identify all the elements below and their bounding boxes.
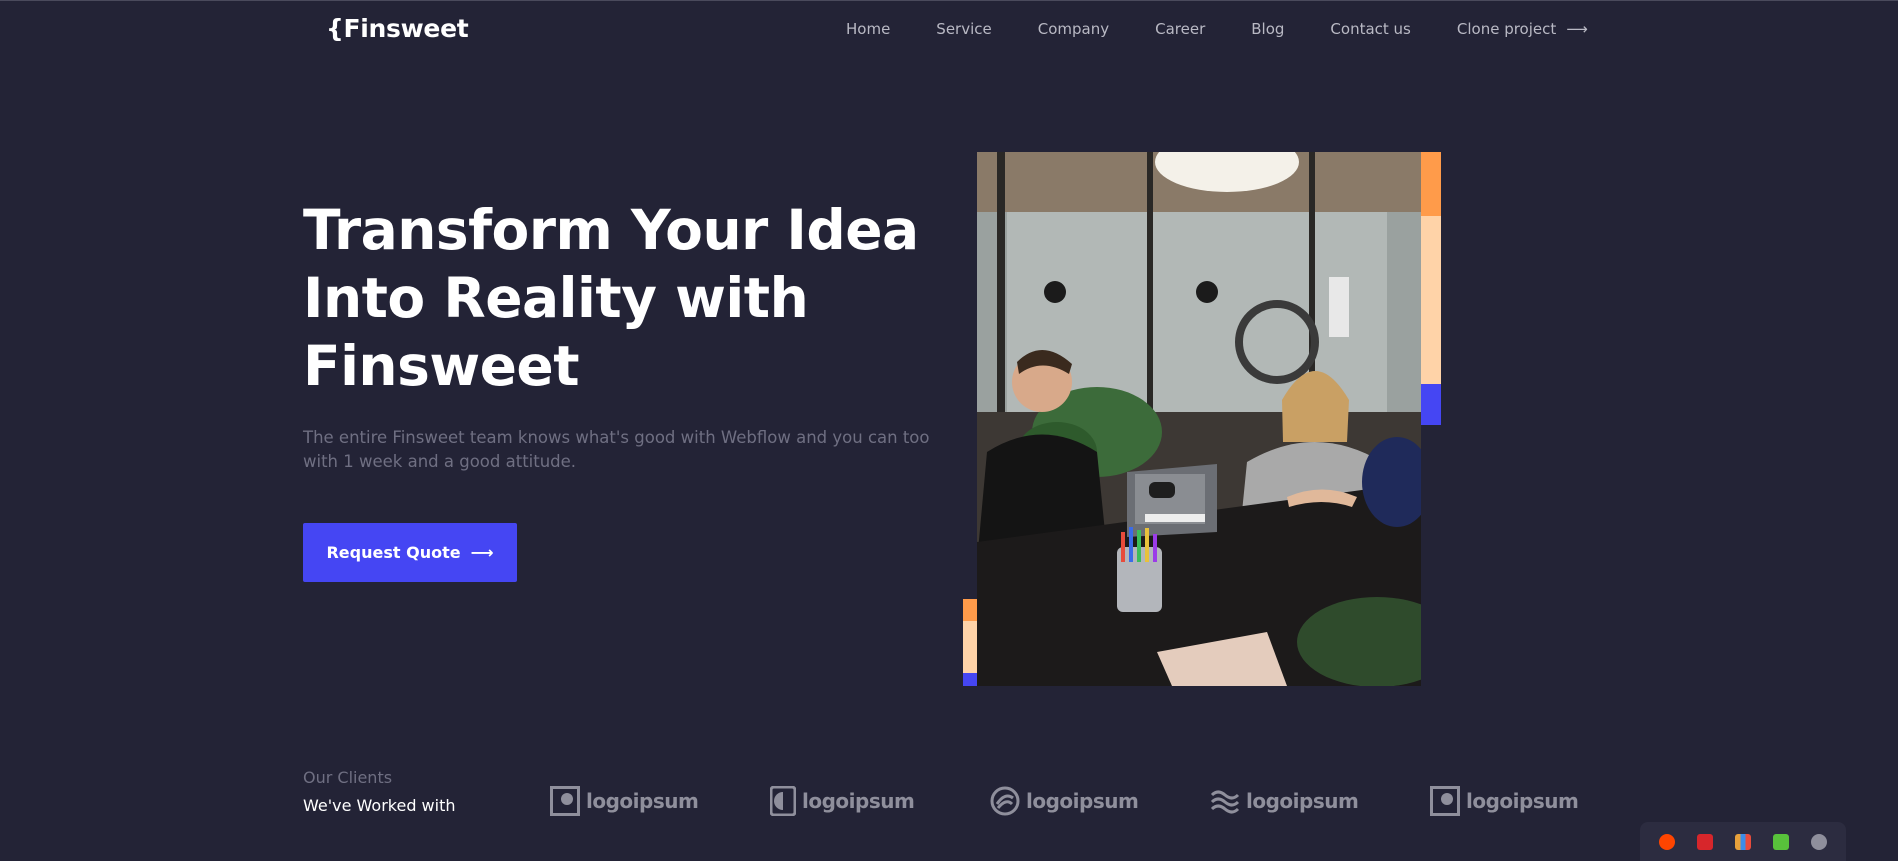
accent-bar-blue (1421, 384, 1441, 425)
nav-company[interactable]: Company (1038, 20, 1109, 38)
nav-blog[interactable]: Blog (1251, 20, 1284, 38)
nav-clone-project[interactable]: Clone project ⟶ (1457, 20, 1588, 38)
client-logos: logoipsum logoipsum logoipsum logoipsum … (550, 786, 1650, 816)
square-logo-icon (550, 786, 580, 816)
arrow-right-icon: ⟶ (1566, 20, 1588, 38)
books-icon[interactable] (1735, 833, 1751, 850)
clients-title: We've Worked with (303, 796, 456, 815)
webcam-icon[interactable] (1811, 833, 1827, 850)
brand-logo[interactable]: {Finsweet (326, 14, 469, 43)
client-logo-name: logoipsum (802, 789, 915, 813)
nav-home[interactable]: Home (846, 20, 890, 38)
extension-tray (1640, 822, 1846, 861)
reddit-icon[interactable] (1659, 833, 1675, 850)
client-logo-1: logoipsum (550, 786, 770, 816)
waves-logo-icon (1210, 790, 1240, 814)
top-border (0, 0, 1898, 1)
hero-subtitle: The entire Finsweet team knows what's go… (303, 428, 930, 471)
client-logo-4: logoipsum (1210, 786, 1430, 816)
client-logo-name: logoipsum (1026, 789, 1139, 813)
nav-career[interactable]: Career (1155, 20, 1205, 38)
office-meeting-photo (977, 152, 1421, 686)
half-circle-logo-icon (770, 786, 796, 816)
leaf-icon[interactable] (1773, 833, 1789, 850)
accent-bar-orange (1421, 152, 1441, 216)
accent-bar-peach-left (963, 621, 977, 673)
photo-illustration (977, 152, 1421, 686)
hero-title: Transform Your Idea Into Reality with Fi… (303, 198, 919, 398)
main-nav: Home Service Company Career Blog Contact… (846, 20, 1588, 38)
accent-bar-peach (1421, 216, 1441, 384)
accent-bar-orange-left (963, 599, 977, 621)
client-logo-5: logoipsum (1430, 786, 1650, 816)
client-logo-3: logoipsum (990, 786, 1210, 816)
request-quote-button[interactable]: Request Quote ⟶ (303, 523, 517, 582)
clients-label: Our Clients (303, 768, 393, 787)
client-logo-name: logoipsum (1246, 789, 1359, 813)
client-logo-name: logoipsum (586, 789, 699, 813)
arrow-right-icon: ⟶ (470, 543, 494, 562)
nav-contact[interactable]: Contact us (1330, 20, 1410, 38)
accent-bar-blue-left (963, 673, 977, 686)
wave-circle-logo-icon (990, 786, 1020, 816)
square-logo-icon (1430, 786, 1460, 816)
client-logo-2: logoipsum (770, 786, 990, 816)
client-logo-name: logoipsum (1466, 789, 1579, 813)
nav-service[interactable]: Service (936, 20, 991, 38)
pdf-icon[interactable] (1697, 833, 1713, 850)
clone-project-label: Clone project (1456, 20, 1557, 38)
request-quote-label: Request Quote (326, 543, 461, 562)
